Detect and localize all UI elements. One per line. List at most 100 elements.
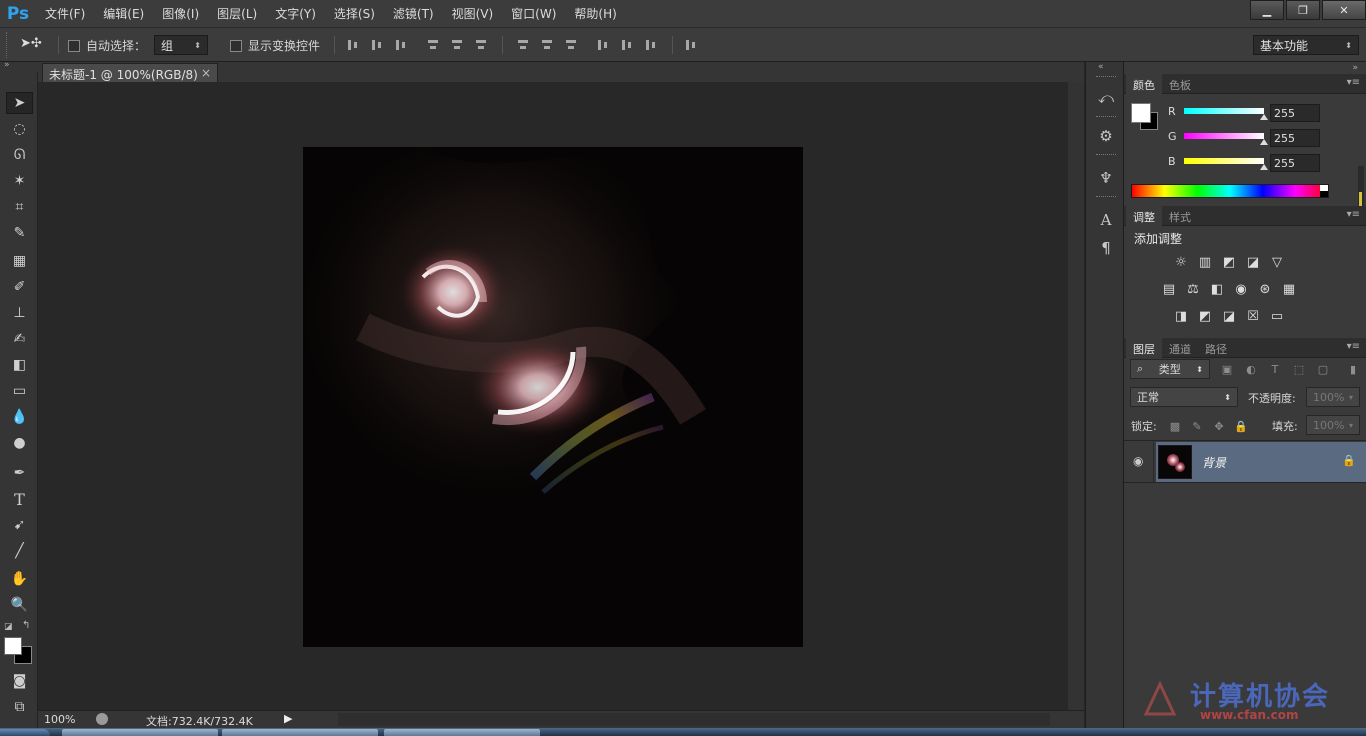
align-bottom-icon[interactable]	[394, 38, 408, 52]
history-panel-icon[interactable]: ⤺	[1096, 88, 1116, 108]
opacity-input[interactable]: 100% ▾	[1306, 387, 1360, 407]
green-value-input[interactable]: 255	[1270, 129, 1320, 147]
close-tab-icon[interactable]: ×	[201, 66, 211, 80]
exposure-icon[interactable]: ◪	[1244, 254, 1262, 270]
path-selection-tool[interactable]: ➹	[6, 514, 33, 536]
foreground-color-swatch[interactable]	[4, 637, 22, 655]
blue-slider-thumb[interactable]	[1260, 164, 1268, 170]
black-white-icon[interactable]: ◧	[1208, 281, 1226, 297]
layer-filter-dropdown[interactable]: ⌕ 类型 ⬍	[1130, 359, 1210, 379]
restore-icon[interactable]: ❐	[1286, 0, 1320, 20]
hand-tool[interactable]: ✋	[6, 568, 33, 590]
line-tool[interactable]: ╱	[6, 540, 33, 562]
brush-presets-icon[interactable]: ♆	[1096, 168, 1116, 188]
lock-all-icon[interactable]: 🔒	[1234, 419, 1248, 433]
green-slider-thumb[interactable]	[1260, 139, 1268, 145]
tab-styles[interactable]: 样式	[1162, 206, 1198, 226]
tab-layers[interactable]: 图层	[1126, 338, 1162, 358]
tab-color[interactable]: 颜色	[1126, 74, 1162, 94]
menu-layer[interactable]: 图层(L)	[208, 0, 266, 28]
curves-icon[interactable]: ◩	[1220, 254, 1238, 270]
taskbar-item-photoshop[interactable]	[384, 729, 540, 736]
crop-tool[interactable]: ⌗	[6, 196, 33, 218]
distribute-right-icon[interactable]	[644, 38, 658, 52]
red-slider[interactable]	[1184, 108, 1264, 114]
distribute-left-icon[interactable]	[596, 38, 610, 52]
toolbox-header[interactable]: »	[0, 60, 38, 72]
document-tab[interactable]: 未标题-1 @ 100%(RGB/8) * ×	[42, 63, 218, 97]
filter-adjustment-icon[interactable]: ◐	[1244, 362, 1258, 376]
magic-wand-tool[interactable]: ✶	[6, 170, 33, 192]
document-canvas[interactable]	[303, 147, 803, 647]
menu-filter[interactable]: 滤镜(T)	[384, 0, 443, 28]
align-top-icon[interactable]	[346, 38, 360, 52]
tab-swatches[interactable]: 色板	[1162, 74, 1198, 94]
blur-tool[interactable]: 💧	[6, 406, 33, 428]
workspace-dropdown[interactable]: 基本功能 ⬍	[1253, 35, 1359, 55]
menu-help[interactable]: 帮助(H)	[565, 0, 625, 28]
tab-adjustments[interactable]: 调整	[1126, 206, 1162, 226]
color-lookup-icon[interactable]: ▦	[1280, 281, 1298, 297]
spot-healing-tool[interactable]: ▦	[6, 250, 33, 272]
menu-file[interactable]: 文件(F)	[36, 0, 94, 28]
auto-select-checkbox[interactable]	[68, 39, 80, 52]
distribute-bottom-icon[interactable]	[564, 38, 578, 52]
lasso-tool[interactable]: ᘏ	[6, 144, 33, 166]
collapse-arrows-icon[interactable]: «	[1098, 62, 1104, 72]
menu-view[interactable]: 视图(V)	[443, 0, 503, 28]
swap-colors-icon[interactable]: ↰	[22, 620, 30, 631]
menu-edit[interactable]: 编辑(E)	[94, 0, 153, 28]
align-right-icon[interactable]	[474, 38, 488, 52]
paragraph-panel-icon[interactable]: ¶	[1096, 238, 1116, 258]
lock-position-icon[interactable]: ✥	[1212, 419, 1226, 433]
blue-slider[interactable]	[1184, 158, 1264, 164]
filter-shape-icon[interactable]: ⬚	[1292, 362, 1306, 376]
vertical-scrollbar[interactable]	[1068, 82, 1084, 710]
taskbar-item-browser[interactable]	[62, 729, 218, 736]
menu-type[interactable]: 文字(Y)	[266, 0, 325, 28]
zoom-tool[interactable]: 🔍	[6, 594, 33, 616]
gradient-tool[interactable]: ▭	[6, 380, 33, 402]
posterize-icon[interactable]: ◩	[1196, 308, 1214, 324]
align-hcenter-icon[interactable]	[450, 38, 464, 52]
horizontal-scrollbar[interactable]	[338, 713, 1050, 726]
dodge-tool[interactable]: ●	[6, 432, 33, 454]
distribute-vcenter-icon[interactable]	[540, 38, 554, 52]
brush-tool[interactable]: ✐	[6, 276, 33, 298]
panel-dock-collapse-icon[interactable]: »	[1352, 63, 1358, 73]
default-colors-icon[interactable]: ◪	[4, 622, 13, 632]
panel-menu-icon[interactable]: ▾≡	[1347, 341, 1360, 352]
hue-saturation-icon[interactable]: ▤	[1160, 281, 1178, 297]
lock-transparent-icon[interactable]: ▩	[1168, 419, 1182, 433]
layer-name[interactable]: 背景	[1202, 454, 1226, 471]
filter-smart-object-icon[interactable]: ▢	[1316, 362, 1330, 376]
color-panel-fg-swatch[interactable]	[1131, 103, 1151, 123]
distribute-hcenter-icon[interactable]	[620, 38, 634, 52]
color-spectrum-ramp[interactable]	[1131, 184, 1329, 198]
brightness-icon[interactable]: ☼	[1172, 254, 1190, 270]
properties-panel-icon[interactable]: ⚙	[1096, 126, 1116, 146]
tab-paths[interactable]: 路径	[1198, 338, 1234, 358]
clone-stamp-tool[interactable]: ⊥	[6, 302, 33, 324]
selective-color-icon[interactable]: ☒	[1244, 308, 1262, 324]
tab-channels[interactable]: 通道	[1162, 338, 1198, 358]
pen-tool[interactable]: ✒	[6, 462, 33, 484]
minimize-icon[interactable]: ▁	[1250, 0, 1284, 20]
layer-visibility-eye-icon[interactable]: ◉	[1133, 454, 1143, 468]
gradient-map-icon[interactable]: ▭	[1268, 308, 1286, 324]
marquee-tool[interactable]: ◌	[6, 118, 33, 140]
levels-icon[interactable]: ▥	[1196, 254, 1214, 270]
eraser-tool[interactable]: ◧	[6, 354, 33, 376]
red-slider-thumb[interactable]	[1260, 114, 1268, 120]
panel-menu-icon[interactable]: ▾≡	[1347, 77, 1360, 88]
taskbar-item-explorer[interactable]	[222, 729, 378, 736]
filter-pixel-icon[interactable]: ▣	[1220, 362, 1234, 376]
history-brush-tool[interactable]: ✍	[6, 328, 33, 350]
status-info-icon[interactable]	[96, 713, 108, 725]
start-button[interactable]	[0, 729, 50, 736]
auto-select-target-dropdown[interactable]: 组 ⬍	[154, 35, 208, 55]
invert-icon[interactable]: ◨	[1172, 308, 1190, 324]
type-tool[interactable]: T	[6, 488, 33, 510]
close-icon[interactable]: ✕	[1322, 0, 1366, 20]
layer-row-selected[interactable]: 背景 🔒	[1156, 442, 1366, 482]
